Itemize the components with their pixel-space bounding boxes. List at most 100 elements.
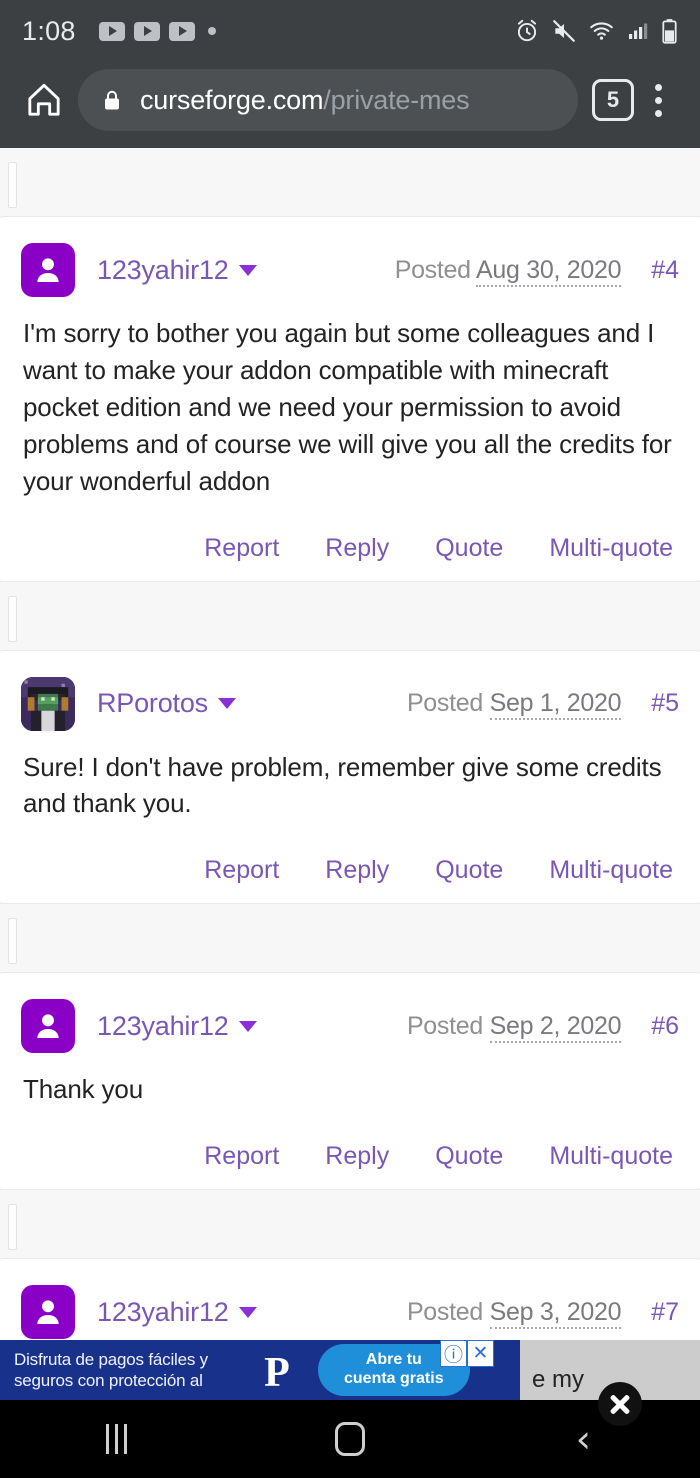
post-header: 123yahir12 Posted Aug 30, 2020 #4 — [21, 243, 679, 297]
posted-label: Posted — [406, 689, 483, 718]
youtube-play-icon — [98, 21, 125, 41]
forum-post: 123yahir12 Posted Sep 2, 2020 #6 Thank y… — [0, 972, 700, 1191]
post-date: Aug 30, 2020 — [476, 255, 621, 287]
post-author[interactable]: 123yahir12 — [97, 1297, 257, 1328]
reply-link[interactable]: Reply — [325, 534, 389, 563]
reply-link[interactable]: Reply — [325, 856, 389, 885]
status-clock: 1:08 — [22, 15, 76, 46]
ad-choices-controls[interactable]: ⓘ ✕ — [440, 1340, 494, 1367]
thread-gap — [0, 581, 700, 650]
address-bar-text: curseforge.com/private-mes — [140, 84, 470, 116]
user-avatar-icon — [37, 1300, 59, 1325]
forum-post: RPorotos Posted Sep 1, 2020 #5 Sure! I d… — [0, 649, 700, 905]
post-number[interactable]: #5 — [651, 689, 679, 718]
recents-icon — [106, 1424, 128, 1454]
avatar[interactable] — [21, 1285, 75, 1340]
home-button[interactable] — [310, 1422, 390, 1456]
avatar[interactable] — [21, 243, 75, 297]
occluded-post-text: e my — [532, 1366, 585, 1393]
avatar[interactable] — [21, 999, 75, 1054]
report-link[interactable]: Report — [204, 856, 279, 885]
mute-icon — [553, 20, 575, 42]
quote-link[interactable]: Quote — [435, 1142, 503, 1171]
web-page-content[interactable]: 123yahir12 Posted Aug 30, 2020 #4 I'm so… — [0, 148, 700, 1400]
reply-link[interactable]: Reply — [325, 1142, 389, 1171]
post-actions: Report Reply Quote Multi-quote — [21, 1142, 679, 1171]
browser-menu-button[interactable] — [634, 83, 682, 117]
post-author-name: 123yahir12 — [97, 1296, 229, 1327]
youtube-play-icon — [133, 21, 160, 41]
post-header: 123yahir12 Posted Sep 3, 2020 #7 — [21, 1285, 679, 1340]
chevron-down-icon[interactable] — [238, 1020, 257, 1032]
back-button[interactable]: ‹ — [543, 1420, 623, 1458]
post-author-name: RPorotos — [97, 688, 208, 719]
overflow-menu-icon — [654, 83, 662, 91]
post-header: 123yahir12 Posted Sep 2, 2020 #6 — [21, 999, 679, 1054]
multi-quote-link[interactable]: Multi-quote — [549, 1142, 673, 1171]
post-date: Sep 2, 2020 — [489, 1011, 621, 1043]
avatar[interactable] — [21, 676, 75, 731]
youtube-play-icon — [168, 21, 195, 41]
post-author[interactable]: 123yahir12 — [97, 1011, 257, 1042]
user-avatar-image — [21, 676, 75, 731]
thread-gap — [0, 904, 700, 973]
user-avatar-icon — [37, 258, 59, 283]
url-path: /private-mes — [323, 84, 470, 115]
post-number[interactable]: #7 — [651, 1298, 679, 1327]
ad-creative[interactable]: Disfruta de pagos fáciles y seguros con … — [0, 1340, 520, 1400]
post-actions: Report Reply Quote Multi-quote — [21, 534, 679, 563]
status-bar-left: 1:08 — [22, 16, 514, 47]
ad-cta-line2: cuenta gratis — [344, 1370, 444, 1387]
post-body: I'm sorry to bother you again but some c… — [23, 318, 672, 496]
home-icon — [28, 83, 60, 116]
chevron-down-icon[interactable] — [238, 1306, 257, 1318]
ad-headline: Disfruta de pagos fáciles y seguros con … — [14, 1349, 208, 1390]
report-link[interactable]: Report — [204, 1142, 279, 1171]
ad-close-icon[interactable]: ✕ — [467, 1340, 494, 1367]
post-timestamp: Posted Sep 2, 2020 — [406, 1011, 621, 1043]
post-author-name: 123yahir12 — [97, 1010, 229, 1041]
post-author[interactable]: 123yahir12 — [97, 255, 257, 286]
post-timestamp: Posted Sep 1, 2020 — [406, 689, 621, 721]
home-icon — [334, 1422, 365, 1456]
overflow-menu-icon — [654, 109, 662, 117]
browser-toolbar: curseforge.com/private-mes 5 — [0, 62, 700, 148]
phone-screen: 1:08 curseforge.com/private-mes 5 123yah… — [0, 0, 700, 1478]
user-avatar-icon — [37, 1014, 59, 1039]
battery-icon — [662, 18, 677, 44]
post-header: RPorotos Posted Sep 1, 2020 #5 — [21, 676, 679, 731]
posted-label: Posted — [394, 255, 471, 284]
post-date: Sep 3, 2020 — [489, 1297, 621, 1329]
chevron-down-icon[interactable] — [238, 264, 257, 276]
quote-link[interactable]: Quote — [435, 534, 503, 563]
thread-gap — [0, 148, 700, 216]
post-timestamp: Posted Aug 30, 2020 — [394, 255, 621, 287]
multi-quote-link[interactable]: Multi-quote — [549, 856, 673, 885]
posted-label: Posted — [406, 1297, 483, 1326]
quote-link[interactable]: Quote — [435, 856, 503, 885]
browser-home-button[interactable] — [18, 80, 70, 120]
alarm-icon — [517, 19, 537, 42]
chevron-down-icon[interactable] — [217, 698, 236, 710]
wifi-icon — [590, 22, 613, 40]
forum-post: 123yahir12 Posted Aug 30, 2020 #4 I'm so… — [0, 216, 700, 582]
ad-dismiss-button[interactable] — [598, 1382, 642, 1426]
report-link[interactable]: Report — [204, 534, 279, 563]
post-meta: Posted Sep 2, 2020 #6 — [406, 1011, 679, 1043]
post-actions: Report Reply Quote Multi-quote — [21, 856, 679, 885]
post-author-name: 123yahir12 — [97, 254, 229, 285]
lock-icon — [105, 90, 119, 110]
android-navigation-bar: ‹ — [0, 1400, 700, 1478]
ad-info-icon[interactable]: ⓘ — [440, 1340, 467, 1367]
post-author[interactable]: RPorotos — [97, 688, 236, 719]
address-bar[interactable]: curseforge.com/private-mes — [78, 69, 578, 131]
advertisement-banner[interactable]: Disfruta de pagos fáciles y seguros con … — [0, 1340, 700, 1400]
recents-button[interactable] — [77, 1424, 157, 1454]
tab-switcher-button[interactable]: 5 — [592, 79, 634, 121]
posted-label: Posted — [406, 1011, 483, 1040]
post-number[interactable]: #4 — [651, 256, 679, 285]
signal-icon — [629, 23, 648, 39]
multi-quote-link[interactable]: Multi-quote — [549, 534, 673, 563]
overflow-menu-icon — [654, 96, 662, 104]
post-number[interactable]: #6 — [651, 1012, 679, 1041]
